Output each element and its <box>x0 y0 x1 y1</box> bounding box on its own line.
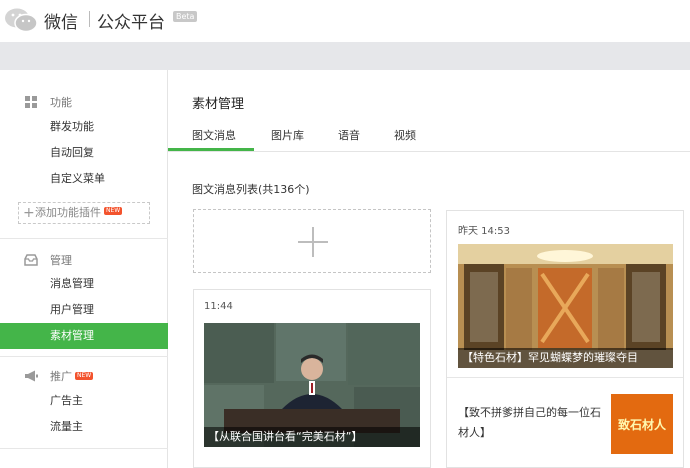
card-divider <box>447 377 683 378</box>
sidebar-divider <box>0 356 168 357</box>
logo-divider <box>89 11 90 27</box>
sidebar-item-auto-reply[interactable]: 自动回复 <box>0 140 168 166</box>
list-title: 图文消息列表(共136个) <box>192 183 310 196</box>
card-time: 昨天 14:53 <box>458 226 510 237</box>
article-card[interactable]: 昨天 14:53 【特色石材】罕见蝴蝶梦的璀璨夺目 【致不拼爹拼自己的每一位石材… <box>446 210 684 468</box>
add-article-card[interactable] <box>193 209 431 273</box>
article-card[interactable]: 11:44 【从联合国讲台看“完美石材”】 <box>193 289 431 468</box>
sidebar-section-features: 功能 <box>24 94 72 110</box>
grid-icon <box>24 96 38 108</box>
sidebar-divider <box>0 238 168 239</box>
tab-voice[interactable]: 语音 <box>338 127 360 143</box>
megaphone-icon <box>24 370 38 382</box>
card-time: 11:44 <box>204 301 233 312</box>
section-title: 推广 <box>50 370 72 383</box>
active-tab-indicator <box>168 148 254 151</box>
new-badge: NEW <box>104 207 123 215</box>
sidebar-item-materials[interactable]: 素材管理 <box>0 323 168 349</box>
sidebar-item-custom-menu[interactable]: 自定义菜单 <box>0 166 168 192</box>
tab-news[interactable]: 图文消息 <box>192 127 236 143</box>
inbox-icon <box>24 254 38 266</box>
sidebar: 功能 群发功能 自动回复 自定义菜单 + 添加功能插件 NEW 管理 消息管理 用… <box>0 70 168 468</box>
plus-icon: + <box>23 205 35 221</box>
new-badge: NEW <box>75 372 94 380</box>
sidebar-item-users[interactable]: 用户管理 <box>0 297 168 323</box>
tab-images[interactable]: 图片库 <box>271 127 304 143</box>
tab-video[interactable]: 视频 <box>394 127 416 143</box>
sub-article-title[interactable]: 【致不拼爹拼自己的每一位石材人】 <box>458 403 608 443</box>
platform-name[interactable]: 公众平台 <box>97 8 165 33</box>
top-bar <box>0 42 690 70</box>
plus-icon <box>312 227 314 257</box>
thumbnail-text: 致石材人 <box>617 417 666 432</box>
wechat-logo-icon[interactable] <box>4 7 38 33</box>
sidebar-item-mass-send[interactable]: 群发功能 <box>0 114 168 140</box>
article-cover-image[interactable]: 【特色石材】罕见蝴蝶梦的璀璨夺目 <box>458 244 673 368</box>
beta-badge: Beta <box>173 11 198 22</box>
sidebar-item-messages[interactable]: 消息管理 <box>0 271 168 297</box>
page-title: 素材管理 <box>192 97 245 112</box>
section-title: 管理 <box>50 254 72 267</box>
add-plugin-label: 添加功能插件 <box>35 206 101 219</box>
sidebar-item-publisher[interactable]: 流量主 <box>0 414 168 440</box>
top-header: 微信 公众平台 Beta <box>0 0 690 42</box>
sub-article-thumbnail[interactable]: 致石材人 <box>611 394 673 454</box>
section-title: 功能 <box>50 96 72 109</box>
sidebar-section-promotion: 推广 NEW <box>24 368 94 384</box>
article-cover-image[interactable]: 【从联合国讲台看“完美石材”】 <box>204 323 420 447</box>
add-plugin-button[interactable]: + 添加功能插件 NEW <box>18 202 150 224</box>
app-name[interactable]: 微信 <box>44 8 78 33</box>
article-title: 【从联合国讲台看“完美石材”】 <box>204 427 420 447</box>
sidebar-divider <box>0 448 168 449</box>
article-title: 【特色石材】罕见蝴蝶梦的璀璨夺目 <box>458 348 673 368</box>
sidebar-item-advertiser[interactable]: 广告主 <box>0 388 168 414</box>
sidebar-section-manage: 管理 <box>24 252 72 268</box>
